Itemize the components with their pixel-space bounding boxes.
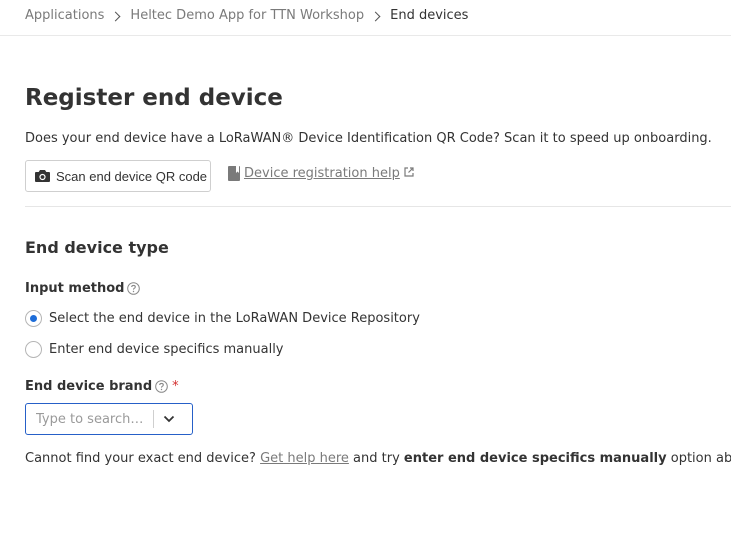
scan-qr-code-label: Scan end device QR code — [56, 168, 208, 184]
footer-suffix: option above. — [670, 451, 731, 466]
external-link-icon — [404, 166, 414, 177]
end-device-brand-label: End device brand * — [25, 379, 179, 394]
input-method-label: Input method — [25, 281, 141, 296]
page-title: Register end device — [25, 85, 283, 111]
input-method-label-text: Input method — [25, 281, 125, 296]
breadcrumb-application[interactable]: Heltec Demo App for TTN Workshop — [130, 8, 364, 23]
footer-bold-text: enter end device specifics manually — [403, 451, 667, 466]
section-divider — [25, 206, 731, 207]
radio-option-repository[interactable]: Select the end device in the LoRaWAN Dev… — [25, 310, 420, 327]
scan-qr-code-button[interactable]: Scan end device QR code — [25, 160, 211, 192]
qr-code-question: Does your end device have a LoRaWAN® Dev… — [25, 131, 712, 146]
radio-button-checked[interactable] — [25, 310, 42, 327]
footer-middle: and try — [353, 451, 400, 466]
get-help-here-link[interactable]: Get help here — [260, 451, 349, 466]
camera-icon — [35, 170, 50, 182]
help-link-label: Device registration help — [244, 166, 400, 181]
footer-help-note: Cannot find your exact end device? Get h… — [25, 451, 731, 466]
radio-option-repository-label: Select the end device in the LoRaWAN Dev… — [49, 311, 420, 326]
end-device-brand-select[interactable] — [25, 403, 193, 435]
chevron-right-icon — [110, 11, 121, 21]
chevron-right-icon — [370, 11, 381, 21]
header-divider — [0, 35, 731, 36]
question-circle-icon[interactable] — [127, 282, 141, 295]
device-registration-help-link[interactable]: Device registration help — [228, 166, 414, 181]
chevron-down-icon[interactable] — [154, 404, 183, 434]
required-marker: * — [172, 379, 179, 394]
breadcrumb: Applications Heltec Demo App for TTN Wor… — [25, 6, 468, 24]
radio-button-unchecked[interactable] — [25, 341, 42, 358]
radio-option-manual-label: Enter end device specifics manually — [49, 342, 284, 357]
footer-prefix: Cannot find your exact end device? — [25, 451, 256, 466]
radio-option-manual[interactable]: Enter end device specifics manually — [25, 341, 284, 358]
book-icon — [228, 166, 241, 181]
section-title-end-device-type: End device type — [25, 238, 169, 257]
breadcrumb-end-devices: End devices — [390, 7, 469, 23]
breadcrumb-applications[interactable]: Applications — [25, 8, 104, 23]
question-circle-icon[interactable] — [155, 380, 168, 393]
end-device-brand-search-input[interactable] — [26, 405, 153, 433]
end-device-brand-label-text: End device brand — [25, 379, 153, 394]
